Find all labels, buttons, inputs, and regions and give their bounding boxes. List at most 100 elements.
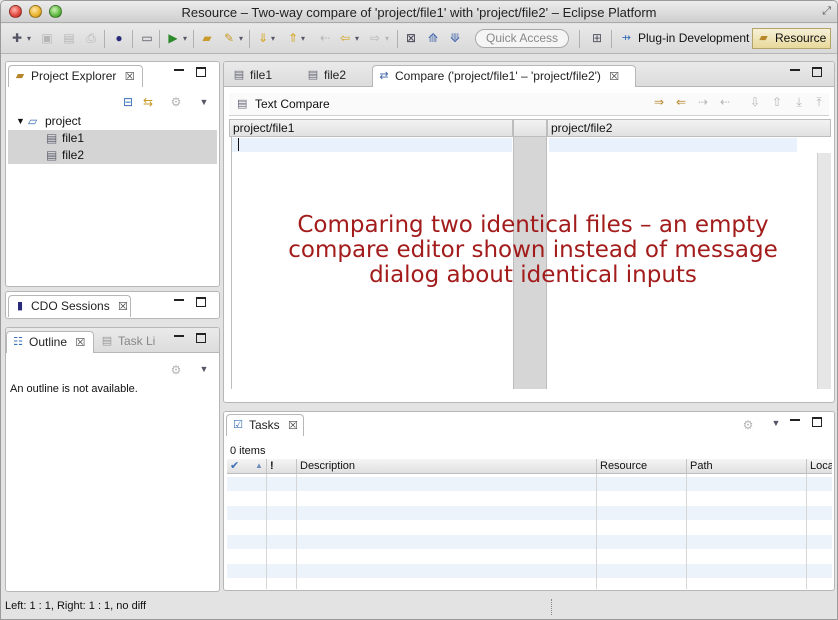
copy-current-left-to-right-icon[interactable]: ⇢ xyxy=(695,95,711,110)
save-all-icon[interactable]: ▤ xyxy=(61,31,77,46)
close-icon[interactable]: ☒ xyxy=(609,67,619,87)
overview-ruler[interactable] xyxy=(817,153,831,389)
checkmark-icon: ✔ xyxy=(230,460,240,472)
compare-icon: ⇄ xyxy=(379,70,389,82)
copy-current-right-to-left-icon[interactable]: ⇠ xyxy=(717,95,733,110)
compare-left-icon[interactable]: ⟰ xyxy=(425,31,441,46)
tab-compare[interactable]: ⇄ Compare ('project/file1' – 'project/fi… xyxy=(372,65,636,87)
tree-item-label: file2 xyxy=(62,148,85,162)
compare-mode-icon[interactable]: ⊠ xyxy=(403,31,419,46)
previous-annotation-dropdown-icon[interactable]: ▾ xyxy=(299,31,307,46)
next-change-icon[interactable]: ⤓ xyxy=(791,95,807,110)
minimize-icon[interactable] xyxy=(174,299,184,301)
view-menu-icon[interactable]: ▼ xyxy=(768,416,784,431)
maximize-icon[interactable] xyxy=(196,67,206,77)
outline-tabbar: ☷ Outline ☒ ▤ Task Li xyxy=(6,328,219,353)
compare-right-icon[interactable]: ⟱ xyxy=(447,31,463,46)
copy-all-left-to-right-icon[interactable]: ⇒ xyxy=(651,95,667,110)
perspective-plugin-development[interactable]: ⇸ Plug-in Development xyxy=(615,28,754,49)
column-resource[interactable]: Resource xyxy=(597,459,687,474)
cdo-sessions-icon: ▮ xyxy=(16,300,24,312)
expand-arrow-icon[interactable]: ▼ xyxy=(16,113,25,130)
minimize-icon[interactable] xyxy=(174,335,184,337)
back-dropdown-icon[interactable]: ▾ xyxy=(353,31,361,46)
minimize-icon[interactable] xyxy=(790,69,800,71)
text-compare-icon: ▤ xyxy=(237,98,248,110)
view-menu-icon[interactable]: ▼ xyxy=(196,362,212,377)
task-list-icon: ▤ xyxy=(101,335,113,347)
tab-task-list[interactable]: ▤ Task Li xyxy=(96,331,162,353)
tree-item-label: project xyxy=(45,114,82,128)
terminal-icon[interactable]: ▭ xyxy=(139,31,155,46)
next-annotation-dropdown-icon[interactable]: ▾ xyxy=(269,31,277,46)
tab-cdo-sessions[interactable]: ▮ CDO Sessions ☒ xyxy=(8,295,131,317)
tree-item-file1[interactable]: ▤ file1 xyxy=(8,130,217,147)
close-icon[interactable]: ☒ xyxy=(125,67,135,87)
copy-all-right-to-left-icon[interactable]: ⇐ xyxy=(673,95,689,110)
outline-message: An outline is not available. xyxy=(10,383,138,395)
previous-difference-icon[interactable]: ⇧ xyxy=(769,95,785,110)
forward-dropdown-icon[interactable]: ▾ xyxy=(383,31,391,46)
open-task-icon[interactable]: ✎ xyxy=(221,31,237,46)
window-title: Resource – Two-way compare of 'project/f… xyxy=(181,5,657,20)
maximize-icon[interactable] xyxy=(812,67,822,77)
column-priority[interactable]: ! xyxy=(267,459,297,474)
compare-title: Text Compare xyxy=(255,97,330,111)
column-path[interactable]: Path xyxy=(687,459,807,474)
next-difference-icon[interactable]: ⇩ xyxy=(747,95,763,110)
fullscreen-icon[interactable]: ⤢ xyxy=(822,5,831,18)
table-row xyxy=(227,535,832,549)
maximize-icon[interactable] xyxy=(812,417,822,427)
close-icon[interactable]: ☒ xyxy=(75,333,85,353)
tab-file2[interactable]: ▤ file2 xyxy=(302,65,368,87)
filters-icon[interactable]: ⚙ xyxy=(168,95,184,110)
tree-item-label: file1 xyxy=(62,131,85,145)
tab-label: file2 xyxy=(324,68,347,82)
tab-tasks[interactable]: ☑ Tasks ☒ xyxy=(226,414,304,436)
tab-outline[interactable]: ☷ Outline ☒ xyxy=(6,331,94,353)
column-divider xyxy=(686,474,687,589)
run-dropdown-icon[interactable]: ▾ xyxy=(181,31,189,46)
view-menu-icon[interactable]: ▼ xyxy=(196,95,212,110)
open-folder-icon[interactable]: ▰ xyxy=(199,31,215,46)
quick-access-input[interactable]: Quick Access xyxy=(475,29,569,48)
new-icon[interactable]: ✚ xyxy=(9,31,25,46)
tab-file1[interactable]: ▤ file1 xyxy=(228,65,294,87)
new-dropdown-icon[interactable]: ▾ xyxy=(25,31,33,46)
previous-change-icon[interactable]: ⤒ xyxy=(811,95,827,110)
close-icon[interactable]: ☒ xyxy=(118,297,128,317)
last-edit-icon[interactable]: ⇠ xyxy=(317,31,333,46)
link-with-editor-icon[interactable]: ⇆ xyxy=(140,95,156,110)
cdo-icon[interactable]: ● xyxy=(111,31,127,46)
save-icon[interactable]: ▣ xyxy=(39,31,55,46)
tab-label: Task Li xyxy=(118,334,156,348)
back-icon[interactable]: ⇦ xyxy=(337,31,353,46)
project-explorer-tabbar: ▰ Project Explorer ☒ xyxy=(6,62,219,87)
collapse-all-icon[interactable]: ⊟ xyxy=(120,95,136,110)
filters-icon[interactable]: ⚙ xyxy=(740,418,756,433)
forward-icon[interactable]: ⇨ xyxy=(367,31,383,46)
perspective-resource[interactable]: ▰ Resource xyxy=(752,28,832,49)
tree-item-project[interactable]: ▼ ▱ project xyxy=(8,113,217,130)
column-completed[interactable]: ✔ ▲ xyxy=(227,459,267,474)
column-location[interactable]: Loca xyxy=(807,459,832,474)
minimize-icon[interactable] xyxy=(174,69,184,71)
outline-icon: ☷ xyxy=(13,336,23,348)
tree-item-file2[interactable]: ▤ file2 xyxy=(8,147,217,164)
file-icon: ▤ xyxy=(307,69,319,81)
open-task-dropdown-icon[interactable]: ▾ xyxy=(237,31,245,46)
run-icon[interactable]: ▶ xyxy=(165,31,181,46)
tab-project-explorer[interactable]: ▰ Project Explorer ☒ xyxy=(8,65,143,87)
close-icon[interactable]: ☒ xyxy=(288,416,298,436)
minimize-icon[interactable] xyxy=(790,419,800,421)
filters-icon[interactable]: ⚙ xyxy=(168,363,184,378)
print-icon[interactable]: ⎙ xyxy=(83,31,99,46)
table-row xyxy=(227,506,832,520)
text-cursor xyxy=(238,138,239,151)
annotation-text: Comparing two identical files – an empty… xyxy=(288,212,778,288)
maximize-icon[interactable] xyxy=(196,297,206,307)
tab-label: Compare ('project/file1' – 'project/file… xyxy=(395,69,601,83)
open-perspective-icon[interactable]: ⊞ xyxy=(589,31,605,46)
column-description[interactable]: Description xyxy=(297,459,597,474)
maximize-icon[interactable] xyxy=(196,333,206,343)
